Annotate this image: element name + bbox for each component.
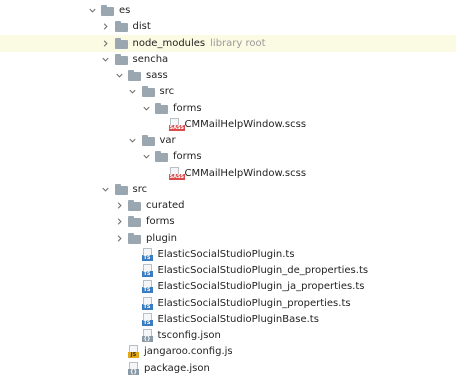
- folder-icon: [155, 150, 169, 163]
- tree-row[interactable]: src: [0, 181, 456, 198]
- tree-item-label: node_modules: [132, 37, 206, 49]
- tree-item-label: plugin: [146, 232, 177, 244]
- tree-item-label: ElasticSocialStudioPlugin.ts: [157, 248, 295, 260]
- folder-icon: [101, 4, 115, 17]
- tree-row[interactable]: node_modules library root: [0, 34, 456, 52]
- tree-row[interactable]: sass: [0, 67, 456, 84]
- tree-item-label: es: [119, 5, 131, 16]
- chevron-right-icon[interactable]: [113, 200, 125, 212]
- tree-item-label: forms: [173, 151, 202, 163]
- tree-item-label: sencha: [132, 53, 169, 65]
- chevron-down-icon[interactable]: [127, 86, 139, 98]
- chevron-down-icon[interactable]: [86, 5, 98, 17]
- chevron-right-icon[interactable]: [113, 216, 125, 228]
- tree-row[interactable]: src: [0, 83, 456, 100]
- sass-file-icon: SASS: [168, 117, 185, 131]
- tree-item-label: src: [159, 86, 175, 98]
- tree-item-label: CMMailHelpWindow.scss: [184, 118, 307, 130]
- tree-item-label: jangaroo.config.js: [144, 346, 233, 358]
- tree-item-label: sass: [146, 70, 168, 81]
- tree-row[interactable]: TS ElasticSocialStudioPlugin_de_propertie…: [0, 262, 456, 279]
- tree-row[interactable]: forms: [0, 213, 456, 230]
- tree-row[interactable]: SASS CMMailHelpWindow.scss: [0, 165, 456, 182]
- tree-item-label: CMMailHelpWindow.scss: [184, 167, 307, 179]
- tree-row[interactable]: JS jangaroo.config.js: [0, 343, 456, 360]
- sass-file-icon: SASS: [168, 166, 185, 180]
- json-file-icon: {}: [128, 361, 139, 375]
- chevron-right-icon[interactable]: [113, 232, 125, 244]
- chevron-down-icon[interactable]: [100, 53, 112, 65]
- tree-row[interactable]: {} tsconfig.json: [0, 327, 456, 344]
- tree-item-label: src: [132, 183, 148, 195]
- tree-item-label: ElasticSocialStudioPlugin_de_properties.…: [157, 265, 369, 276]
- tree-row[interactable]: TS ElasticSocialStudioPlugin_properties.t…: [0, 295, 456, 312]
- chevron-right-icon[interactable]: [100, 37, 112, 49]
- typescript-file-icon: TS: [141, 296, 153, 310]
- typescript-file-icon: TS: [141, 312, 153, 326]
- folder-icon: [155, 102, 169, 115]
- tree-row[interactable]: var: [0, 132, 456, 149]
- tree-row[interactable]: TS ElasticSocialStudioPlugin.ts: [0, 246, 456, 263]
- project-tree: es dist node_modules library root sencha sass…: [0, 0, 456, 375]
- tree-item-label: tsconfig.json: [157, 330, 221, 341]
- javascript-file-icon: JS: [128, 345, 139, 359]
- chevron-down-icon[interactable]: [140, 102, 152, 114]
- chevron-down-icon[interactable]: [113, 70, 125, 82]
- tree-item-label: forms: [146, 216, 175, 228]
- folder-icon: [141, 85, 156, 98]
- folder-icon: [128, 232, 142, 245]
- json-file-icon: {}: [141, 329, 153, 342]
- chevron-down-icon[interactable]: [127, 135, 139, 147]
- library-root-hint: library root: [210, 37, 266, 49]
- chevron-down-icon[interactable]: [100, 183, 112, 195]
- tree-row[interactable]: forms: [0, 100, 456, 117]
- tree-item-label: package.json: [144, 362, 210, 374]
- typescript-file-icon: TS: [141, 247, 153, 261]
- typescript-file-icon: TS: [141, 264, 153, 277]
- tree-item-label: ElasticSocialStudioPlugin_properties.ts: [157, 297, 351, 309]
- tree-item-label: ElasticSocialStudioPlugin_ja_properties.…: [157, 281, 365, 293]
- folder-icon: [114, 53, 129, 66]
- tree-row[interactable]: es: [0, 2, 456, 19]
- tree-item-label: var: [159, 135, 176, 146]
- folder-icon: [114, 20, 129, 33]
- tree-row[interactable]: forms: [0, 148, 456, 165]
- tree-row[interactable]: plugin: [0, 230, 456, 247]
- tree-row[interactable]: curated: [0, 197, 456, 214]
- tree-row[interactable]: TS ElasticSocialStudioPluginBase.ts: [0, 311, 456, 328]
- chevron-right-icon[interactable]: [100, 21, 112, 33]
- typescript-file-icon: TS: [141, 280, 153, 294]
- chevron-down-icon[interactable]: [140, 151, 152, 163]
- tree-row[interactable]: dist: [0, 18, 456, 35]
- tree-item-label: curated: [146, 200, 185, 211]
- folder-icon: [114, 37, 129, 50]
- folder-icon: [128, 215, 142, 228]
- folder-icon: [128, 199, 142, 212]
- tree-row[interactable]: TS ElasticSocialStudioPlugin_ja_propertie…: [0, 278, 456, 295]
- tree-item-label: ElasticSocialStudioPluginBase.ts: [157, 313, 319, 325]
- tree-row[interactable]: sencha: [0, 51, 456, 68]
- folder-icon: [128, 69, 142, 82]
- tree-item-label: dist: [132, 21, 151, 33]
- folder-icon: [141, 134, 156, 147]
- tree-item-label: forms: [173, 102, 202, 114]
- tree-row[interactable]: SASS CMMailHelpWindow.scss: [0, 116, 456, 133]
- folder-icon: [114, 183, 129, 196]
